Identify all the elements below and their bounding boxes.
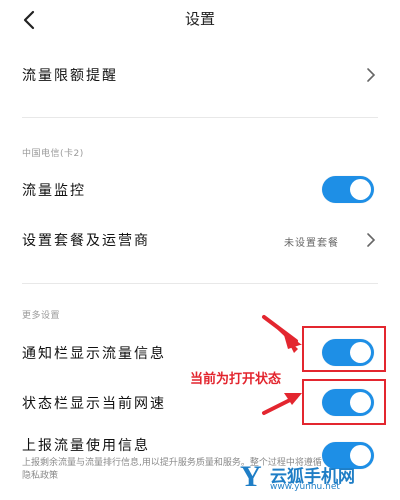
notify-flow-label: 通知栏显示流量信息 [22,346,166,362]
watermark-y-icon: Y [240,460,262,493]
highlight-box [302,379,386,425]
report-usage-row: 上报流量使用信息 [0,432,400,469]
watermark-url: www.yunhu.net [270,482,340,492]
page-title: 设置 [184,10,215,28]
divider [22,283,378,284]
status-speed-label: 状态栏显示当前网速 [22,396,166,412]
divider [22,117,378,118]
flow-limit-row[interactable]: 流量限额提醒 [0,55,400,95]
chevron-right-icon [365,67,377,83]
section-label-carrier: 中国电信(卡2) [22,149,84,159]
package-setting-label: 设置套餐及运营商 [22,233,150,249]
highlight-box [302,326,386,372]
report-usage-label: 上报流量使用信息 [22,438,150,454]
flow-limit-label: 流量限额提醒 [22,68,118,84]
chevron-right-icon [365,232,377,248]
flow-monitor-label: 流量监控 [22,183,86,199]
section-label-more: 更多设置 [22,311,61,321]
watermark-logo: Y 云狐手机网 www.yunhu.net [240,460,390,496]
package-setting-row[interactable]: 设置套餐及运营商 未设置套餐 [0,220,400,260]
flow-monitor-row: 流量监控 [0,170,400,210]
arrow-icon [262,315,302,415]
toggle-knob [350,179,371,200]
flow-monitor-toggle[interactable] [322,176,374,203]
package-setting-value: 未设置套餐 [284,238,339,249]
